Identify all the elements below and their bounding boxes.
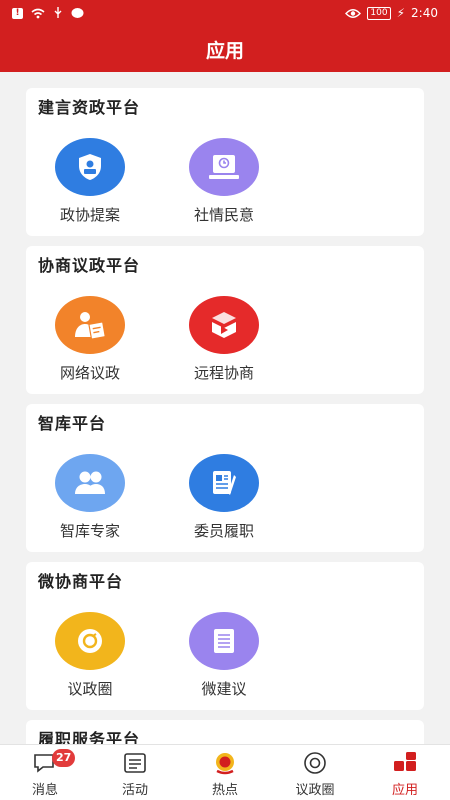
bottom-nav: 27 消息 活动 热点 议政圈 应用 <box>0 744 450 800</box>
app-label: 社情民意 <box>193 206 254 224</box>
deliberation-circle-icon <box>55 612 125 670</box>
section-title: 微协商平台 <box>38 572 124 591</box>
section-card-think-tank: 智库平台 智库专家 委员履职 <box>26 404 424 552</box>
app-online-deliberation[interactable]: 网络议政 <box>40 296 140 383</box>
experts-icon <box>55 454 125 512</box>
section-title: 建言资政平台 <box>38 98 141 117</box>
eye-icon <box>345 8 362 18</box>
nav-apps[interactable]: 应用 <box>360 745 450 800</box>
nav-label: 议政圈 <box>295 783 335 798</box>
member-duties-icon <box>189 454 259 512</box>
app-proposal[interactable]: 政协提案 <box>40 138 140 225</box>
app-label: 微建议 <box>201 680 247 698</box>
remote-consultation-icon <box>189 296 259 354</box>
section-card-micro-consultation: 微协商平台 议政圈 微建议 <box>26 562 424 710</box>
nav-deliberation-circle[interactable]: 议政圈 <box>270 745 360 800</box>
section-title: 协商议政平台 <box>38 256 141 275</box>
app-label: 智库专家 <box>59 522 120 540</box>
nav-hot[interactable]: 热点 <box>180 745 270 800</box>
page-title: 应用 <box>205 39 244 62</box>
status-bar: ! 100 ⚡ 2:40 <box>0 0 450 26</box>
app-public-opinion[interactable]: 社情民意 <box>174 138 274 225</box>
circle-target-icon <box>302 751 328 775</box>
section-title: 履职服务平台 <box>38 730 141 744</box>
app-think-tank-experts[interactable]: 智库专家 <box>40 454 140 541</box>
app-label: 网络议政 <box>59 364 120 382</box>
nav-label: 应用 <box>391 783 418 798</box>
nav-label: 活动 <box>121 783 148 798</box>
section-title: 智库平台 <box>38 414 107 433</box>
app-label: 政协提案 <box>59 206 120 224</box>
app-list[interactable]: 建言资政平台 政协提案 社情民意 协商议政平台 网络议政 远程协商 智库平台 智… <box>0 72 450 744</box>
apps-grid-icon <box>392 751 418 775</box>
nav-messages[interactable]: 27 消息 <box>0 745 90 800</box>
app-micro-suggestion[interactable]: 微建议 <box>174 612 274 699</box>
section-card-suggestion: 建言资政平台 政协提案 社情民意 <box>26 88 424 236</box>
title-bar: 应用 <box>0 26 450 72</box>
nav-label: 消息 <box>31 783 58 798</box>
online-deliberation-icon <box>55 296 125 354</box>
app-remote-consultation[interactable]: 远程协商 <box>174 296 274 383</box>
emblem-icon <box>212 751 238 775</box>
status-time: 2:40 <box>411 6 438 20</box>
usb-icon <box>54 7 62 18</box>
app-deliberation-circle[interactable]: 议政圈 <box>40 612 140 699</box>
battery-icon: 100 <box>367 6 391 20</box>
app-member-duties[interactable]: 委员履职 <box>174 454 274 541</box>
proposal-icon <box>55 138 125 196</box>
nav-activities[interactable]: 活动 <box>90 745 180 800</box>
activity-list-icon <box>123 751 147 775</box>
public-opinion-icon <box>189 138 259 196</box>
charging-icon: ⚡ <box>396 6 406 20</box>
app-label: 远程协商 <box>193 364 254 382</box>
alert-icon: ! <box>12 7 23 19</box>
section-card-service: 履职服务平台 <box>26 720 424 744</box>
app-notification-icon <box>71 8 84 18</box>
nav-label: 热点 <box>211 783 238 798</box>
section-card-consultation: 协商议政平台 网络议政 远程协商 <box>26 246 424 394</box>
unread-badge: 27 <box>52 749 76 767</box>
wifi-icon <box>31 8 45 18</box>
micro-suggestion-icon <box>189 612 259 670</box>
app-label: 议政圈 <box>67 680 113 698</box>
app-label: 委员履职 <box>193 522 254 540</box>
